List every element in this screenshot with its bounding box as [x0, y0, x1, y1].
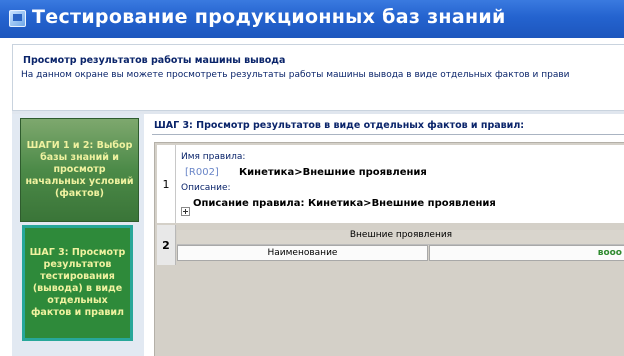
header-divider — [152, 134, 624, 135]
row-number: 1 — [157, 145, 176, 223]
step-title: ШАГ 3: Просмотр результатов в виде отдел… — [154, 120, 525, 131]
column-header-name[interactable]: Наименование — [177, 245, 428, 261]
wizard-sidebar: ШАГИ 1 и 2: Выбор базы знаний и просмотр… — [12, 114, 144, 356]
subtable-title: Внешние проявления — [177, 230, 624, 245]
step-3-button[interactable]: ШАГ 3: Просмотр результатов тестирования… — [22, 225, 133, 341]
rule-description: Описание правила: Кинетика>Внешние прояв… — [193, 198, 496, 209]
info-title: Просмотр результатов работы машины вывод… — [23, 55, 286, 66]
title-bar: Тестирование продукционных баз знаний — [0, 0, 624, 38]
expand-plus-icon[interactable] — [181, 207, 190, 216]
row-number: 2 — [157, 225, 176, 265]
app-window: Тестирование продукционных баз знаний Пр… — [0, 0, 624, 356]
info-description: На данном окране вы можете просмотреть р… — [21, 70, 570, 80]
app-icon — [9, 10, 26, 27]
results-panel: ШАГ 3: Просмотр результатов в виде отдел… — [144, 114, 624, 356]
info-panel: Просмотр результатов работы машины вывод… — [12, 44, 624, 111]
column-header-value[interactable]: вооо — [429, 245, 624, 261]
table-row[interactable]: 1 Имя правила: [R002] Кинетика>Внешние п… — [157, 145, 624, 223]
rule-name: Кинетика>Внешние проявления — [239, 167, 427, 178]
content-area: ШАГИ 1 и 2: Выбор базы знаний и просмотр… — [12, 114, 624, 356]
results-grid: 1 Имя правила: [R002] Кинетика>Внешние п… — [154, 142, 624, 356]
rule-name-label: Имя правила: — [181, 152, 246, 162]
table-row[interactable]: 2 Внешние проявления Наименование вооо — [157, 225, 624, 265]
window-title: Тестирование продукционных баз знаний — [32, 6, 506, 28]
rule-id: [R002] — [185, 167, 219, 178]
description-label: Описание: — [181, 183, 231, 193]
step-1-2-button[interactable]: ШАГИ 1 и 2: Выбор базы знаний и просмотр… — [20, 118, 139, 222]
